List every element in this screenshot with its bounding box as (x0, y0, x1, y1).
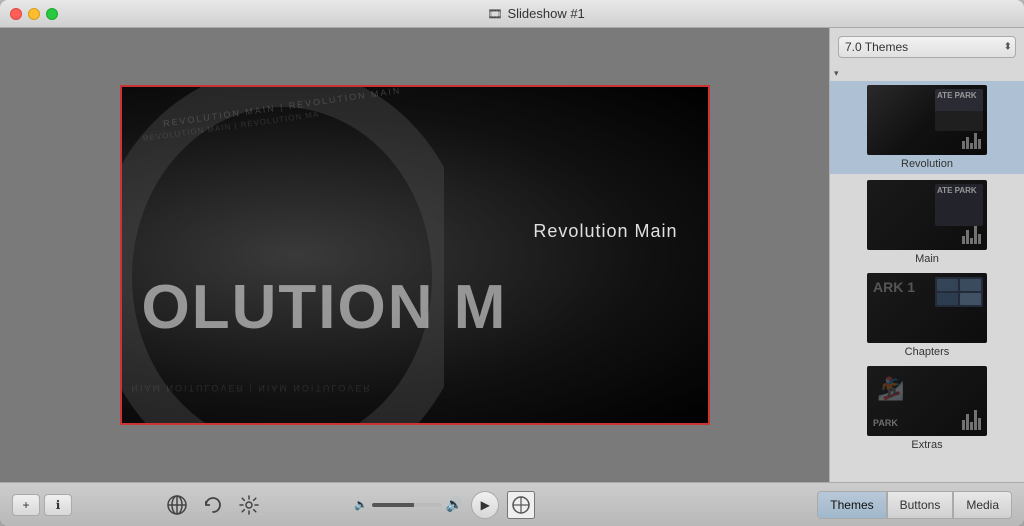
volume-slider[interactable] (372, 503, 442, 507)
refresh-icon (202, 494, 224, 516)
refresh-icon-button[interactable] (199, 491, 227, 519)
slide-main-text: OLUTION M (142, 272, 508, 343)
theme-thumbnail-extras: PARK 🏂 (867, 366, 987, 436)
themes-list[interactable]: ▾ ATE PARK (830, 62, 1024, 482)
theme-label-revolution: Revolution (901, 158, 953, 170)
bottom-toolbar: + ℹ (0, 482, 1024, 526)
fullscreen-icon (511, 495, 531, 515)
toolbar-left: + ℹ (12, 494, 72, 516)
theme-thumbnail-revolution: ATE PARK (867, 85, 987, 155)
play-button[interactable]: ▶ (471, 491, 499, 519)
network-icon-button[interactable] (163, 491, 191, 519)
themes-dropdown-area: 7.0 Themes Classic Themes Modern Themes … (830, 28, 1024, 62)
network-icon (166, 494, 188, 516)
volume-min-icon: 🔈 (354, 498, 368, 511)
thumb-bars-extras (962, 410, 981, 430)
title-label: Slideshow #1 (507, 6, 584, 21)
tab-media[interactable]: Media (953, 491, 1012, 519)
tab-themes[interactable]: Themes (817, 491, 886, 519)
main-content: REVOLUTION MAIN | REVOLUTION MAIN REVOLU… (0, 28, 1024, 482)
volume-area: 🔈 🔊 (354, 496, 463, 513)
fullscreen-button[interactable] (507, 491, 535, 519)
title-icon: 🎞 (487, 7, 502, 21)
add-button[interactable]: + (12, 494, 40, 516)
maximize-button[interactable] (46, 8, 58, 20)
tab-buttons[interactable]: Buttons (887, 491, 954, 519)
thumb-bars-revolution (962, 133, 981, 149)
bottom-right-tabs: Themes Buttons Media (817, 491, 1012, 519)
volume-max-icon: 🔊 (446, 496, 463, 513)
theme-label-extras: Extras (911, 439, 942, 451)
theme-thumbnail-main: ATE PARK (867, 180, 987, 250)
theme-item-main[interactable]: ATE PARK Main (830, 176, 1024, 269)
theme-item-extras[interactable]: PARK 🏂 Extras (830, 362, 1024, 455)
thumb-bars-main (962, 226, 981, 244)
theme-group-revolution: ▾ ATE PARK (830, 64, 1024, 176)
preview-area: REVOLUTION MAIN | REVOLUTION MAIN REVOLU… (0, 28, 829, 482)
theme-label-chapters: Chapters (905, 346, 950, 358)
slide-revolution-main-label: Revolution Main (533, 221, 677, 242)
toolbar-center (72, 491, 354, 519)
theme-thumbnail-chapters: ARK 1 (867, 273, 987, 343)
themes-select-wrapper[interactable]: 7.0 Themes Classic Themes Modern Themes … (838, 36, 1016, 58)
traffic-lights (10, 8, 58, 20)
settings-icon-button[interactable] (235, 491, 263, 519)
slideshow-preview: REVOLUTION MAIN | REVOLUTION MAIN REVOLU… (120, 85, 710, 425)
window-title: 🎞 Slideshow #1 (58, 6, 1014, 21)
minimize-button[interactable] (28, 8, 40, 20)
slide-mirror-text: NIAM NOITULOVER | NIAM NOITULOVER (132, 383, 372, 393)
theme-label-main: Main (915, 253, 939, 265)
chevron-down-icon: ▾ (834, 68, 844, 79)
app-window: 🎞 Slideshow #1 REVOLUTION MAIN | REVOLUT… (0, 0, 1024, 526)
close-button[interactable] (10, 8, 22, 20)
titlebar: 🎞 Slideshow #1 (0, 0, 1024, 28)
themes-select[interactable]: 7.0 Themes Classic Themes Modern Themes (838, 36, 1016, 58)
theme-group-header: ▾ (830, 66, 1024, 81)
settings-icon (238, 494, 260, 516)
right-panel: 7.0 Themes Classic Themes Modern Themes … (829, 28, 1024, 482)
slide-diagonal-text: REVOLUTION MAIN | REVOLUTION MAIN REVOLU… (122, 87, 708, 423)
theme-item-chapters[interactable]: ARK 1 Chapters (830, 269, 1024, 362)
theme-item-revolution[interactable]: ATE PARK Revolution (830, 81, 1024, 174)
info-button[interactable]: ℹ (44, 494, 72, 516)
